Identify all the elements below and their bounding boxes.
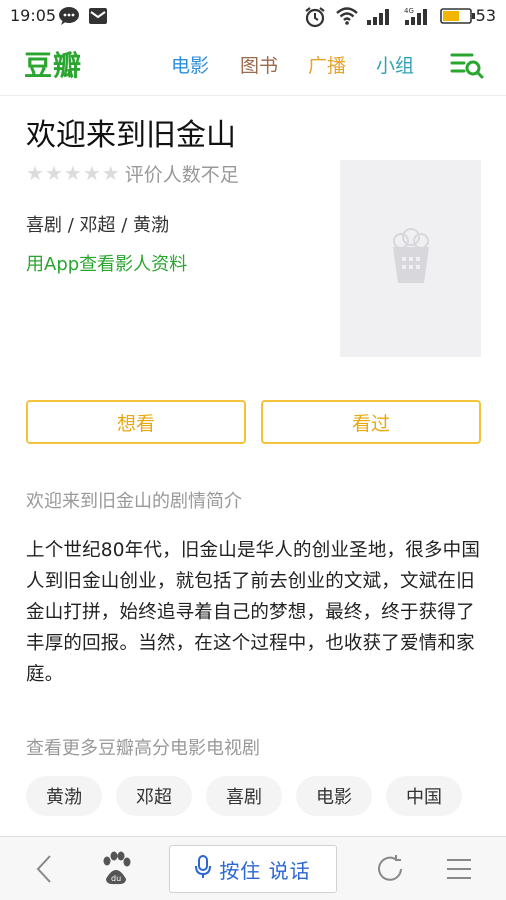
refresh-icon[interactable] [374,853,406,889]
alarm-clock-icon [304,6,326,32]
wifi-icon [335,6,359,30]
microphone-icon [195,855,212,883]
nav-book[interactable]: 图书 [240,51,278,78]
menu-icon[interactable] [445,853,473,889]
rating-text: 评价人数不足 [124,163,239,186]
svg-text:du: du [111,874,121,883]
star-icon: ★ [63,161,82,185]
rating-stars: ★ ★ ★ ★ ★ [26,163,121,183]
watched-button[interactable]: 看过 [261,400,481,444]
popcorn-icon [387,227,435,291]
nav-group[interactable]: 小组 [376,51,414,78]
signal-icon [366,6,394,30]
synopsis-heading: 欢迎来到旧金山的剧情简介 [26,491,242,512]
synopsis-text: 上个世纪80年代，旧金山是华人的创业圣地，很多中国人到旧金山创业，就包括了前去创… [26,540,481,685]
back-icon[interactable] [32,853,56,889]
browser-toolbar: du 按住 说话 [0,836,506,900]
status-bar: 19:05 4G 53 [0,0,506,32]
baidu-paw-icon[interactable]: du [99,851,133,891]
nav-movie[interactable]: 电影 [171,51,209,78]
tag-item[interactable]: 邓超 [116,776,192,816]
more-heading[interactable]: 查看更多豆瓣高分电影电视剧 [26,734,260,760]
poster-placeholder [340,160,481,357]
battery-icon [440,6,476,30]
tag-item[interactable]: 电影 [296,776,372,816]
tag-item[interactable]: 黄渤 [26,776,102,816]
voice-input-label: 按住 说话 [219,858,311,883]
star-icon: ★ [82,161,101,185]
status-time: 19:05 [10,6,57,25]
chat-bubble-icon [58,6,80,30]
app-link[interactable]: 用App查看影人资料 [26,250,187,276]
movie-meta: 喜剧 / 邓超 / 黄渤 [26,215,170,236]
menu-search-icon[interactable] [450,49,484,79]
star-icon: ★ [26,161,44,185]
nav-broadcast[interactable]: 广播 [308,51,346,78]
star-icon: ★ [101,161,120,185]
movie-title: 欢迎来到旧金山 [26,118,236,153]
voice-input-button[interactable]: 按住 说话 [169,845,337,893]
tag-item[interactable]: 喜剧 [206,776,282,816]
want-to-watch-button[interactable]: 想看 [26,400,246,444]
battery-level: 53 [475,6,496,25]
rating: ★ ★ ★ ★ ★ 评价人数不足 [26,161,239,186]
signal-4g-icon: 4G [402,6,432,30]
star-icon: ★ [44,161,63,185]
douban-logo[interactable]: 豆瓣 [24,44,82,84]
mail-icon [88,6,108,30]
app-header: 豆瓣 电影 图书 广播 小组 [0,32,506,96]
tag-item[interactable]: 中国 [386,776,462,816]
network-label: 4G [404,7,414,15]
